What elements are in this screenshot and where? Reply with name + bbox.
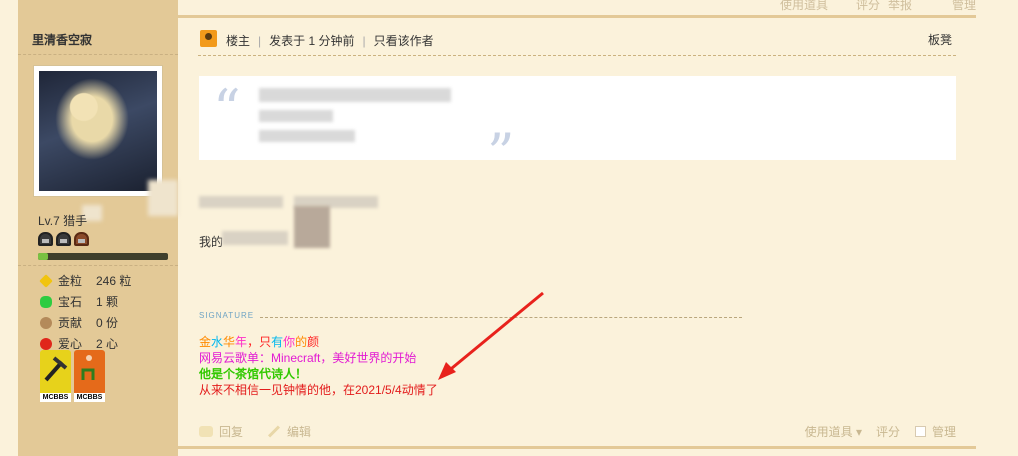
use-item-label: 使用道具: [804, 425, 853, 439]
edit-button[interactable]: 编辑: [267, 423, 311, 440]
post-actions: 回复 编辑 使用道具 ▾ 评分 管理: [199, 421, 956, 439]
manage-label: 管理: [931, 425, 956, 439]
rate-button[interactable]: 评分: [876, 423, 900, 440]
post-bottom-border: [178, 446, 976, 449]
manage-checkbox[interactable]: 管理: [914, 423, 956, 440]
annotation-arrow-icon: [438, 291, 544, 380]
pencil-icon: [267, 425, 281, 438]
chevron-down-icon: ▾: [852, 425, 862, 439]
reply-label: 回复: [219, 425, 244, 439]
reply-icon: [199, 426, 213, 437]
checkbox[interactable]: [914, 426, 926, 437]
edit-label: 编辑: [287, 425, 312, 439]
rate-label: 评分: [875, 425, 900, 439]
reply-button[interactable]: 回复: [199, 423, 243, 440]
use-item-dropdown[interactable]: 使用道具 ▾: [805, 423, 862, 440]
